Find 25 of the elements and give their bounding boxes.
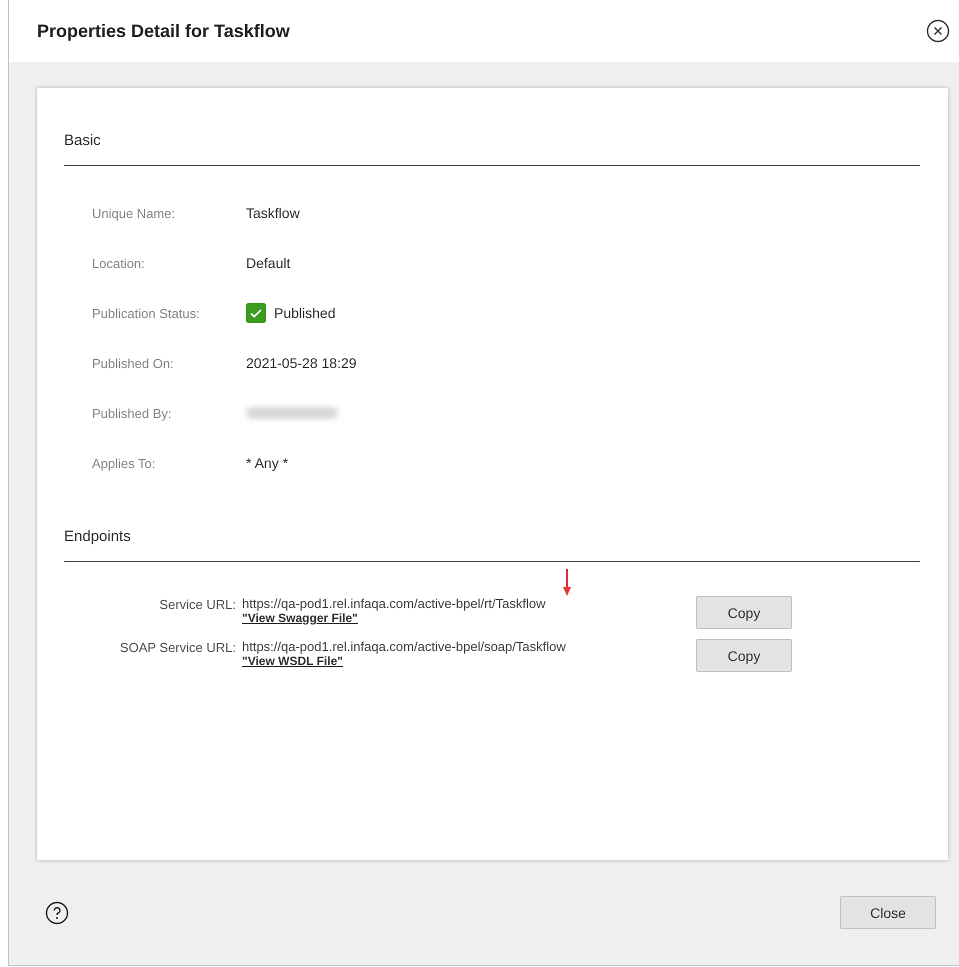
- endpoint-url: https://qa-pod1.rel.infaqa.com/active-bpel/rt/Taskflow: [242, 596, 546, 611]
- property-value: Default: [246, 255, 290, 271]
- property-value: * Any *: [246, 455, 288, 471]
- property-value: 2021-05-28 18:29: [246, 355, 357, 371]
- property-label: Publication Status:: [92, 306, 201, 320]
- property-value: Published: [274, 305, 336, 321]
- property-label: Published By:: [92, 406, 172, 420]
- section-title: Endpoints: [64, 528, 920, 562]
- property-label: Unique Name:: [92, 206, 176, 220]
- property-label: Applies To:: [92, 456, 156, 470]
- endpoint-url: https://qa-pod1.rel.infaqa.com/active-bpel/soap/Taskflow: [242, 639, 567, 654]
- close-icon[interactable]: [926, 19, 950, 43]
- file-link[interactable]: "View WSDL File": [242, 654, 343, 668]
- endpoint-label: Service URL:: [158, 596, 237, 612]
- help-icon[interactable]: [45, 900, 69, 924]
- copy-button[interactable]: Copy: [696, 639, 792, 672]
- copy-button[interactable]: Copy: [696, 596, 792, 629]
- property-label: Location:: [92, 256, 146, 270]
- dialog-title: Properties Detail for Taskflow: [37, 20, 290, 42]
- file-link[interactable]: "View Swagger File": [242, 611, 358, 625]
- endpoint-label: SOAP Service URL:: [118, 639, 237, 655]
- close-button[interactable]: Close: [840, 896, 936, 929]
- property-value: Taskflow: [246, 205, 300, 221]
- section-title: Basic: [64, 132, 920, 166]
- property-label: Published On:: [92, 356, 175, 370]
